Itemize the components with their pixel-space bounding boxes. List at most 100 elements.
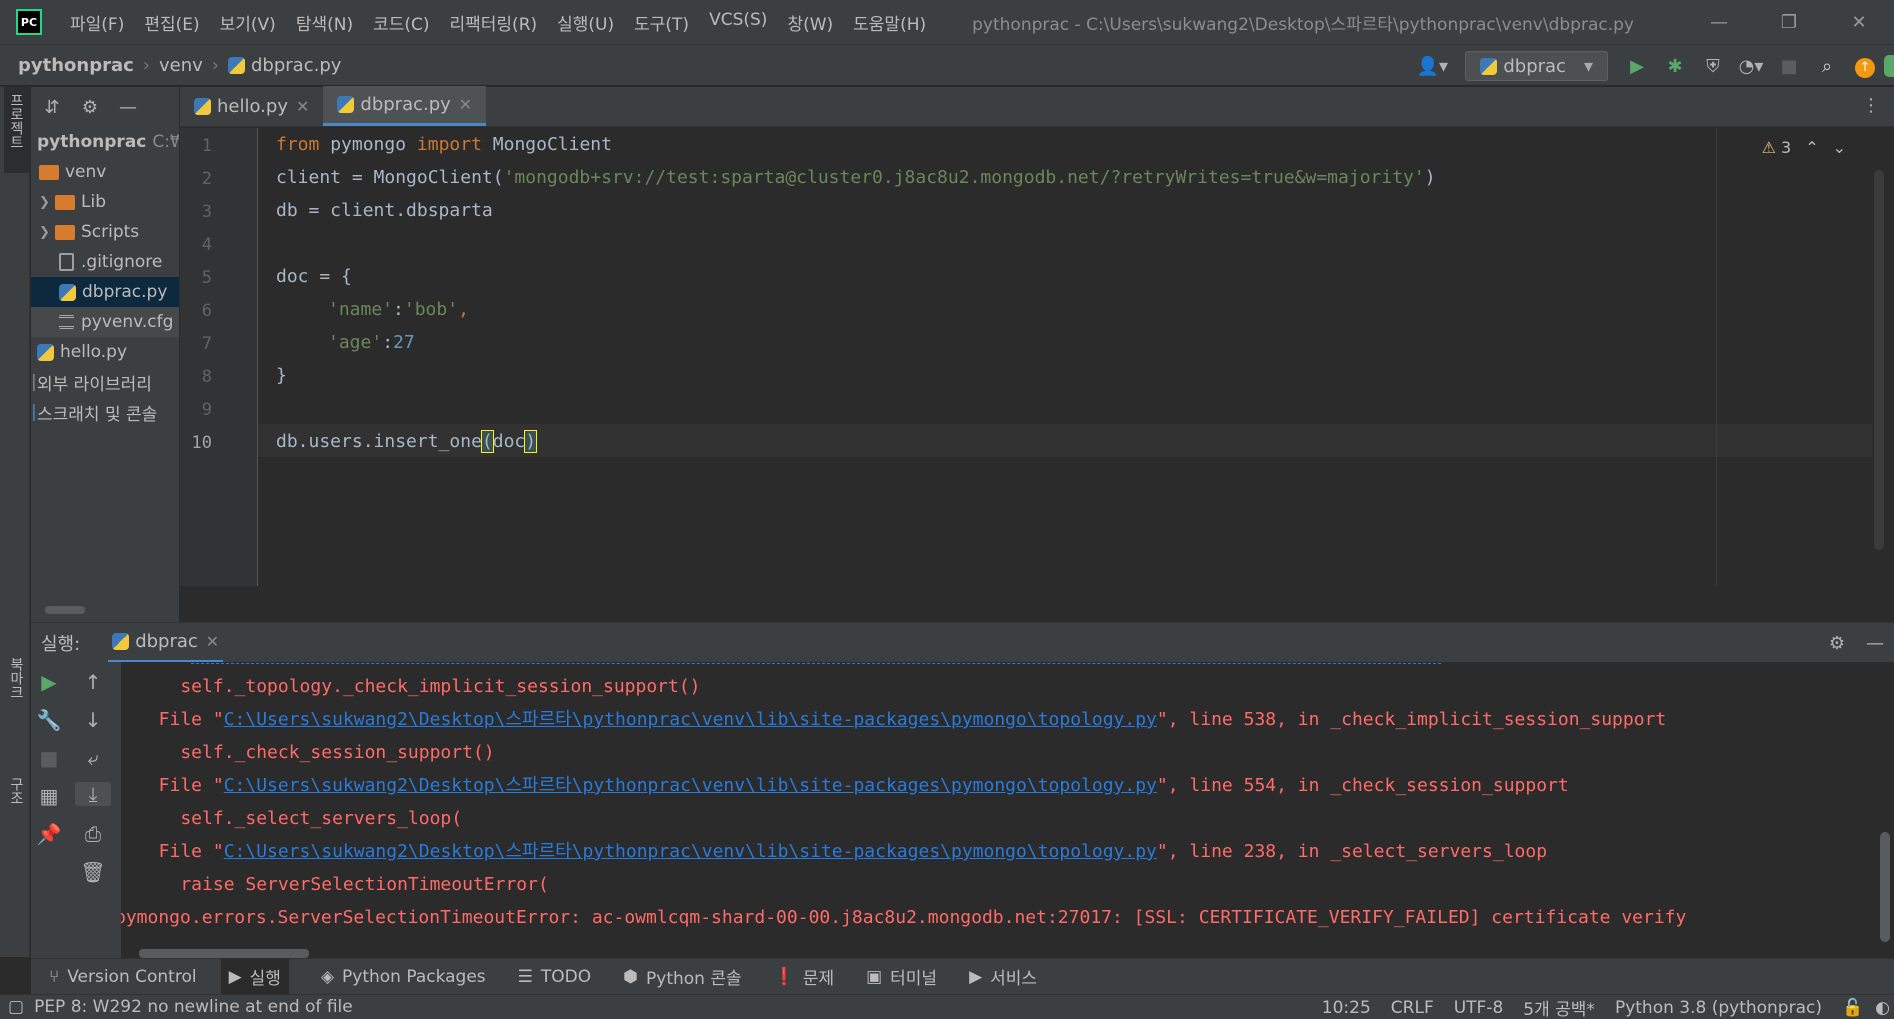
menu-file[interactable]: 파일(F)	[60, 10, 134, 35]
notifications-icon[interactable]: ◐	[1875, 998, 1890, 1018]
hide-icon[interactable]: —	[109, 97, 147, 118]
menu-view[interactable]: 보기(V)	[210, 10, 286, 35]
warning-count[interactable]: ⚠ 3	[1762, 138, 1792, 157]
console-line: self._check_session_support()	[137, 742, 495, 763]
menu-navigate[interactable]: 탐색(N)	[286, 10, 363, 35]
tree-item-dbprac[interactable]: dbprac.py	[31, 277, 179, 307]
inspection-widget[interactable]: ⚠ 3 ⌃ ⌄	[1762, 138, 1846, 157]
trash-icon[interactable]: 🗑	[75, 860, 111, 884]
line-separator[interactable]: CRLF	[1391, 998, 1434, 1018]
run-configuration-select[interactable]: dbprac ▾	[1465, 51, 1608, 81]
up-arrow-icon[interactable]: ↑	[75, 670, 111, 694]
tool-todo[interactable]: ☰ TODO	[518, 967, 592, 987]
tool-version-control[interactable]: ⑂ Version Control	[49, 967, 197, 987]
print-icon[interactable]: ⎙	[75, 822, 111, 846]
close-icon[interactable]: ✕	[459, 95, 472, 114]
menu-edit[interactable]: 편집(E)	[134, 10, 209, 35]
hide-icon[interactable]: —	[1856, 633, 1894, 654]
lock-icon[interactable]: 🔓	[1842, 998, 1863, 1018]
menu-tools[interactable]: 도구(T)	[624, 10, 699, 35]
breadcrumb-separator-icon: ›	[142, 54, 150, 76]
tree-item-scripts[interactable]: ❯ Scripts	[31, 217, 179, 247]
tool-problems[interactable]: ❗ 문제	[774, 964, 834, 990]
tab-hello-py[interactable]: hello.py ✕	[180, 86, 323, 126]
chevron-right-icon[interactable]: ❯	[39, 195, 55, 210]
status-message[interactable]: PEP 8: W292 no newline at end of file	[34, 997, 353, 1017]
menu-vcs[interactable]: VCS(S)	[699, 10, 777, 35]
tree-item-scratches[interactable]: | 스크래치 및 콘솔	[31, 397, 179, 427]
breadcrumb-file[interactable]: dbprac.py	[228, 55, 341, 76]
tree-item-external-libraries[interactable]: | 외부 라이브러리	[31, 367, 179, 397]
previous-highlight-icon[interactable]: ⌃	[1805, 138, 1818, 157]
file-encoding[interactable]: UTF-8	[1454, 998, 1504, 1018]
tree-item-venv[interactable]: venv	[31, 157, 179, 187]
structure-tool-button[interactable]: 구조	[6, 777, 26, 805]
tool-python-console[interactable]: ⬢ Python 콘솔	[623, 964, 741, 990]
breadcrumb-venv[interactable]: venv	[159, 55, 203, 76]
stop-icon[interactable]: ■	[1770, 56, 1808, 77]
gear-icon[interactable]: ⚙	[71, 97, 109, 118]
menu-code[interactable]: 코드(C)	[363, 10, 439, 35]
code-editor[interactable]: from pymongo import MongoClient client =…	[258, 128, 1894, 586]
next-highlight-icon[interactable]: ⌄	[1833, 138, 1846, 157]
code-line-10: db.users.insert_one(doc)	[276, 425, 538, 458]
project-tool-button[interactable]: 프로젝트	[6, 93, 26, 149]
run-icon[interactable]: ▶	[1618, 56, 1656, 77]
editor-vertical-scrollbar[interactable]	[1874, 170, 1884, 550]
tool-services[interactable]: ▶ 서비스	[969, 964, 1037, 990]
toggle-tool-windows-icon[interactable]: ▢	[8, 997, 24, 1017]
breadcrumb-separator-icon: ›	[211, 54, 219, 76]
soft-wrap-icon[interactable]: ⤶	[75, 746, 111, 770]
user-icon[interactable]: 👤▾	[1413, 56, 1451, 77]
tool-python-packages[interactable]: ◈ Python Packages	[321, 967, 486, 987]
wrench-icon[interactable]: 🔧	[31, 708, 67, 732]
menu-help[interactable]: 도움말(H)	[843, 10, 936, 35]
coverage-icon[interactable]: ⛨	[1694, 56, 1732, 77]
line-number: 2	[201, 169, 212, 189]
caret-position[interactable]: 10:25	[1322, 998, 1371, 1018]
bookmarks-tool-button[interactable]: 북마크	[6, 657, 26, 699]
console-horizontal-scrollbar[interactable]	[139, 949, 309, 958]
stop-icon[interactable]: ■	[31, 746, 67, 770]
project-horizontal-scrollbar[interactable]	[45, 606, 85, 614]
down-arrow-icon[interactable]: ↓	[75, 708, 111, 732]
scroll-to-end-icon[interactable]: ⤓	[75, 782, 111, 806]
profile-icon[interactable]: ◔▾	[1732, 56, 1770, 77]
update-icon[interactable]: ↑	[1846, 55, 1884, 78]
file-link[interactable]: C:\Users\sukwang2\Desktop\스파르타\pythonpra…	[224, 775, 1157, 796]
debug-icon[interactable]: ✱	[1656, 56, 1694, 77]
menu-refactor[interactable]: 리팩터링(R)	[440, 10, 548, 35]
tree-item-project-root[interactable]: pythonprac C:₩	[31, 127, 179, 157]
tool-terminal[interactable]: ▣ 터미널	[866, 964, 937, 990]
close-icon[interactable]: ✕	[296, 97, 309, 116]
file-link[interactable]: C:\Users\sukwang2\Desktop\스파르타\pythonpra…	[224, 841, 1157, 862]
gear-icon[interactable]: ⚙	[1818, 633, 1856, 654]
close-window-button[interactable]: ✕	[1824, 12, 1894, 33]
tree-item-hello[interactable]: hello.py	[31, 337, 179, 367]
close-icon[interactable]: ✕	[206, 632, 219, 651]
indent-setting[interactable]: 5개 공백*	[1523, 995, 1595, 1019]
breadcrumb-project[interactable]: pythonprac	[18, 55, 134, 76]
console-vertical-scrollbar[interactable]	[1880, 832, 1890, 942]
tool-run[interactable]: ▶ 실행	[220, 958, 289, 995]
tree-item-pyvenv[interactable]: pyvenv.cfg	[31, 307, 179, 337]
minimize-button[interactable]: —	[1684, 12, 1754, 33]
layout-icon[interactable]: ▦	[31, 784, 67, 808]
maximize-button[interactable]: ❐	[1754, 12, 1824, 33]
run-tab-dbprac[interactable]: dbprac ✕	[108, 623, 224, 663]
collapse-all-icon[interactable]: ⇵	[33, 97, 71, 118]
menu-run[interactable]: 실행(U)	[547, 10, 624, 35]
menu-window[interactable]: 창(W)	[777, 10, 843, 35]
rerun-icon[interactable]: ▶	[31, 670, 67, 694]
tab-dbprac-py[interactable]: dbprac.py ✕	[323, 86, 487, 126]
chevron-right-icon[interactable]: ❯	[39, 225, 55, 240]
pin-icon[interactable]: 📌	[31, 822, 67, 846]
file-link[interactable]: C:\Users\sukwang2\Desktop\스파르타\pythonpra…	[224, 709, 1157, 730]
python-interpreter[interactable]: Python 3.8 (pythonprac)	[1615, 998, 1822, 1018]
search-icon[interactable]: ⌕	[1808, 56, 1846, 77]
tree-item-lib[interactable]: ❯ Lib	[31, 187, 179, 217]
tree-item-gitignore[interactable]: .gitignore	[31, 247, 179, 277]
tree-item-label: Scripts	[81, 222, 140, 242]
tab-list-menu-icon[interactable]: ⋮	[1862, 95, 1880, 116]
run-console-output[interactable]: self._topology._check_implicit_session_s…	[121, 662, 1894, 958]
